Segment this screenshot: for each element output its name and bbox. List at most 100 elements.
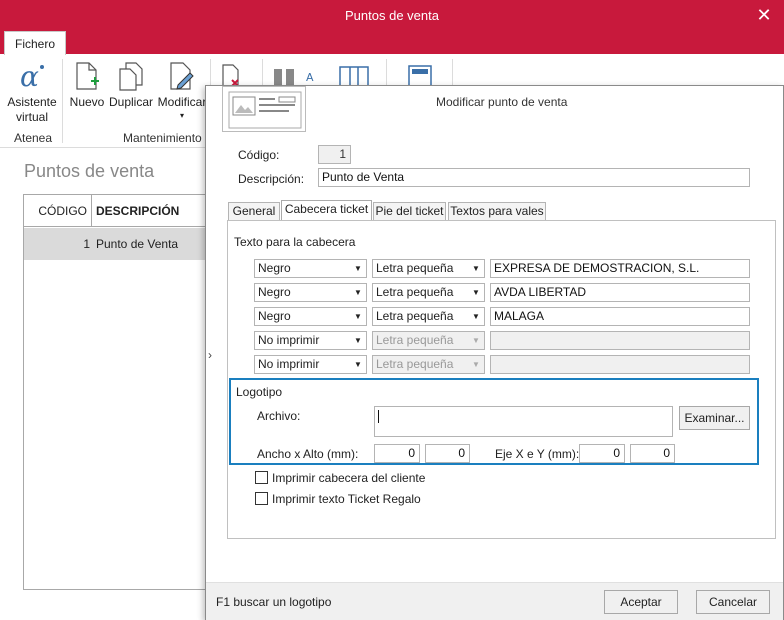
chevron-down-icon: ▼ (354, 360, 362, 369)
eje-x-field[interactable]: 0 (579, 444, 625, 463)
help-hint: F1 buscar un logotipo (216, 595, 332, 609)
dialog-header-image (222, 86, 306, 132)
column-header-codigo[interactable]: CÓDIGO (24, 195, 92, 227)
close-icon[interactable]: ✕ (744, 0, 784, 32)
dialog-footer: F1 buscar un logotipo Aceptar Cancelar (206, 582, 783, 620)
nuevo-label: Nuevo (69, 95, 105, 109)
chevron-down-icon: ▼ (354, 264, 362, 273)
page-title: Puntos de venta (24, 161, 155, 181)
line2-color-select[interactable]: Negro ▼ (254, 283, 367, 302)
examinar-button[interactable]: Examinar... (679, 406, 750, 430)
svg-text:A: A (306, 71, 314, 84)
tab-pie-ticket[interactable]: Pie del ticket (373, 202, 446, 220)
new-doc-icon (76, 62, 99, 90)
asistente-label-1: Asistente (7, 95, 57, 109)
codigo-field: 1 (318, 145, 351, 164)
codigo-label: Código: (238, 148, 280, 162)
form-card-icon (228, 91, 302, 129)
line3-size-select[interactable]: Letra pequeña ▼ (372, 307, 485, 326)
line1-color-select[interactable]: Negro ▼ (254, 259, 367, 278)
line4-text-field (490, 331, 750, 350)
data-grid: CÓDIGO DESCRIPCIÓN 1 Punto de Venta (23, 194, 213, 590)
ribbon-separator (62, 59, 63, 143)
logotipo-group: Logotipo Archivo: Examinar... Ancho x Al… (229, 378, 759, 465)
alto-field[interactable]: 0 (425, 444, 470, 463)
modificar-dialog: Modificar punto de venta › Código: 1 Des… (205, 85, 784, 620)
chevron-down-icon: ▼ (472, 312, 480, 321)
line1-text-field[interactable]: EXPRESA DE DEMOSTRACION, S.L. (490, 259, 750, 278)
line1-size-select[interactable]: Letra pequeña ▼ (372, 259, 485, 278)
tab-general[interactable]: General (228, 202, 280, 220)
cabecera-cliente-checkbox[interactable] (255, 471, 268, 484)
eje-y-field[interactable]: 0 (630, 444, 675, 463)
chevron-down-icon: ▼ (472, 288, 480, 297)
tab-cabecera-ticket[interactable]: Cabecera ticket (281, 200, 372, 220)
title-bar: Puntos de venta ✕ (0, 0, 784, 32)
alpha-icon: α (20, 61, 44, 91)
chevron-right-icon[interactable]: › (208, 348, 212, 362)
duplicate-icon (119, 62, 143, 91)
row-descripcion: Punto de Venta (96, 237, 179, 251)
descripcion-label: Descripción: (238, 172, 305, 186)
line2-size-value: Letra pequeña (376, 285, 454, 299)
line5-color-value: No imprimir (258, 357, 320, 371)
ancho-field[interactable]: 0 (374, 444, 420, 463)
line1-color-value: Negro (258, 261, 291, 275)
chevron-down-icon: ▾ (179, 111, 184, 120)
ancho-alto-label: Ancho x Alto (mm): (257, 447, 359, 461)
cabecera-cliente-label[interactable]: Imprimir cabecera del cliente (272, 471, 425, 485)
duplicar-button[interactable]: Duplicar (108, 55, 154, 135)
line3-color-value: Negro (258, 309, 291, 323)
aceptar-button[interactable]: Aceptar (604, 590, 678, 614)
chevron-down-icon: ▼ (472, 264, 480, 273)
row-codigo: 1 (83, 237, 90, 251)
modificar-label: Modificar (157, 95, 207, 109)
column-header-descripcion[interactable]: DESCRIPCIÓN (92, 195, 212, 227)
nuevo-button[interactable]: Nuevo (66, 55, 108, 135)
window-title: Puntos de venta (345, 8, 439, 23)
group-atenea: Atenea (14, 131, 53, 145)
tab-textos-vales[interactable]: Textos para vales (448, 202, 546, 220)
line3-text-field[interactable]: MALAGA (490, 307, 750, 326)
line4-color-value: No imprimir (258, 333, 320, 347)
svg-text:α: α (20, 61, 39, 91)
line2-color-value: Negro (258, 285, 291, 299)
cancelar-button[interactable]: Cancelar (696, 590, 770, 614)
descripcion-field[interactable]: Punto de Venta (318, 168, 750, 187)
section-label: Texto para la cabecera (234, 235, 356, 249)
archivo-label: Archivo: (257, 409, 301, 423)
line4-color-select[interactable]: No imprimir ▼ (254, 331, 367, 350)
text-caret (378, 410, 379, 424)
line5-color-select[interactable]: No imprimir ▼ (254, 355, 367, 374)
tab-fichero[interactable]: Fichero (4, 31, 66, 56)
logotipo-label: Logotipo (236, 385, 283, 399)
line2-size-select[interactable]: Letra pequeña ▼ (372, 283, 485, 302)
chevron-down-icon: ▼ (472, 360, 480, 369)
line3-color-select[interactable]: Negro ▼ (254, 307, 367, 326)
ribbon-tab-strip (0, 32, 784, 54)
line4-size-select: Letra pequeña ▼ (372, 331, 485, 350)
duplicar-label: Duplicar (108, 95, 153, 109)
line2-text-field[interactable]: AVDA LIBERTAD (490, 283, 750, 302)
archivo-field[interactable] (374, 406, 673, 437)
line4-size-value: Letra pequeña (376, 333, 454, 347)
line5-size-value: Letra pequeña (376, 357, 454, 371)
dialog-title: Modificar punto de venta (436, 95, 568, 109)
edit-doc-icon (170, 62, 194, 90)
line5-size-select: Letra pequeña ▼ (372, 355, 485, 374)
table-row[interactable]: 1 Punto de Venta (24, 228, 212, 260)
chevron-down-icon: ▼ (354, 312, 362, 321)
chevron-down-icon: ▼ (354, 336, 362, 345)
ticket-regalo-label[interactable]: Imprimir texto Ticket Regalo (272, 492, 421, 506)
group-mantenimiento: Mantenimiento (123, 131, 202, 145)
line3-size-value: Letra pequeña (376, 309, 454, 323)
asistente-label-2: virtual (15, 110, 48, 124)
ticket-regalo-checkbox[interactable] (255, 492, 268, 505)
line1-size-value: Letra pequeña (376, 261, 454, 275)
eje-label: Eje X e Y (mm): (495, 447, 580, 461)
line5-text-field (490, 355, 750, 374)
asistente-virtual-button[interactable]: α Asistente virtual (4, 55, 60, 135)
chevron-down-icon: ▼ (354, 288, 362, 297)
modificar-button[interactable]: Modificar ▾ (156, 55, 208, 135)
chevron-down-icon: ▼ (472, 336, 480, 345)
